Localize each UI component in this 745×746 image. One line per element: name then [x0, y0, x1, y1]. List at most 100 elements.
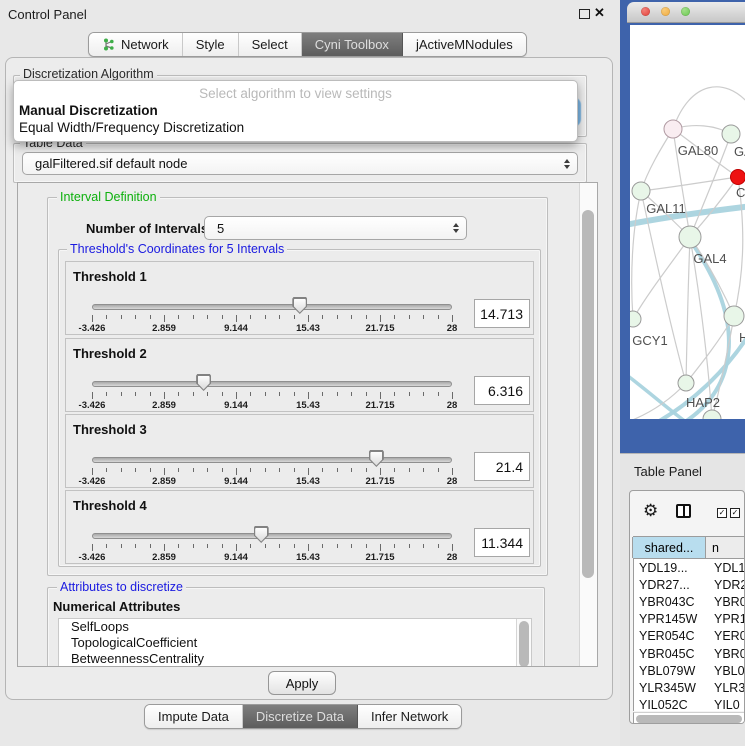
network-node[interactable] [664, 120, 682, 138]
threshold-1-slider[interactable]: -3.4262.8599.14415.4321.71528 [92, 296, 452, 334]
numerical-attributes-label: Numerical Attributes [53, 599, 180, 614]
threshold-2-slider[interactable]: -3.4262.8599.14415.4321.71528 [92, 373, 452, 411]
table-row[interactable]: YDL19...YDL1 [634, 559, 745, 576]
threshold-3-panel: Threshold 3 -3.4262.8599.14415.4321.7152… [65, 414, 534, 488]
network-node[interactable] [703, 410, 721, 419]
table-row[interactable]: YBL079WYBL0 [634, 662, 745, 679]
tab-select[interactable]: Select [239, 33, 302, 56]
float-window-icon[interactable] [579, 9, 590, 19]
table-hscrollbar-thumb[interactable] [636, 715, 742, 723]
slider-track[interactable] [92, 304, 452, 310]
table-row[interactable]: YIL052CYIL0 [634, 697, 745, 712]
slider-track[interactable] [92, 457, 452, 463]
thresholds-group-title: Threshold's Coordinates for 5 Intervals [67, 243, 287, 256]
tab-infer-network[interactable]: Infer Network [358, 705, 461, 728]
network-canvas[interactable]: GAL80GACGAL11GAL4GCY1HHAP2 [630, 25, 745, 419]
tab-impute-data[interactable]: Impute Data [145, 705, 243, 728]
table-row[interactable]: YLR345WYLR3 [634, 679, 745, 696]
checkbox-icon[interactable]: ✓ [717, 508, 727, 518]
network-nodes[interactable]: GAL80GACGAL11GAL4GCY1HHAP2 [630, 120, 745, 419]
interval-definition-title: Interval Definition [57, 191, 160, 204]
network-node-label: C [736, 185, 745, 200]
table-hscrollbar-track[interactable] [633, 712, 745, 724]
attribute-item[interactable]: SelfLoops [59, 619, 531, 635]
tab-discretize-data[interactable]: Discretize Data [243, 705, 358, 728]
apply-button[interactable]: Apply [268, 671, 336, 695]
network-node[interactable] [679, 226, 701, 248]
network-node-label: GAL11 [646, 201, 686, 216]
threshold-1-value-input[interactable]: 14.713 [474, 299, 530, 328]
column-header-name[interactable]: n [705, 537, 745, 558]
slider-thumb[interactable] [196, 374, 211, 391]
list-scrollbar-track[interactable] [516, 619, 531, 667]
number-of-intervals-combobox[interactable]: 5 [204, 216, 467, 240]
threshold-2-value-input[interactable]: 6.316 [474, 376, 530, 405]
slider-ticks [92, 392, 452, 400]
network-node[interactable] [731, 170, 745, 185]
traffic-light-yellow-icon[interactable] [661, 7, 670, 16]
dropdown-option-manual[interactable]: Manual Discretization [18, 103, 573, 119]
table-row[interactable]: YBR045CYBR0 [634, 645, 745, 662]
control-panel-titlebar: Control Panel ✕ [0, 0, 620, 28]
tab-style[interactable]: Style [183, 33, 239, 56]
table-panel: Table Panel ⚙ ✓ ✓ shared... n YDL19...YD… [620, 453, 745, 746]
network-node[interactable] [630, 311, 641, 327]
slider-ticks [92, 315, 452, 323]
control-panel: Control Panel ✕ Network Style Select Cyn… [0, 0, 620, 745]
close-icon[interactable]: ✕ [594, 5, 605, 21]
slider-thumb[interactable] [292, 297, 307, 314]
panel-title: Control Panel [8, 7, 87, 22]
settings-scrollpane: Interval Definition Number of Intervals … [17, 182, 598, 667]
pane-scrollbar-thumb[interactable] [582, 210, 594, 578]
slider-track[interactable] [92, 533, 452, 539]
network-node-label: GCY1 [632, 333, 667, 348]
table-rows: YDL19...YDL1YDR27...YDR2YBR043CYBR0YPR14… [633, 559, 745, 711]
tab-network[interactable]: Network [89, 33, 183, 56]
slider-thumb[interactable] [254, 526, 269, 543]
network-graph: GAL80GACGAL11GAL4GCY1HHAP2 [630, 25, 745, 419]
dropdown-option-equal-width[interactable]: Equal Width/Frequency Discretization [18, 120, 573, 136]
slider-track[interactable] [92, 381, 452, 387]
table-row[interactable]: YER054CYER0 [634, 628, 745, 645]
algorithm-dropdown-popup: Select algorithm to view settings Manual… [13, 80, 578, 142]
threshold-4-slider[interactable]: -3.4262.8599.14415.4321.71528 [92, 525, 452, 563]
network-node[interactable] [722, 125, 740, 143]
network-icon [102, 38, 115, 51]
number-of-intervals-value: 5 [205, 221, 224, 236]
network-node[interactable] [678, 375, 694, 391]
table-data-combobox[interactable]: galFiltered.sif default node [22, 152, 578, 175]
attributes-group: Attributes to discretize Numerical Attri… [47, 587, 545, 667]
list-scrollbar-thumb[interactable] [519, 621, 529, 667]
table-panel-title: Table Panel [634, 464, 702, 479]
split-pane-icon[interactable] [676, 504, 691, 518]
network-node-label: GA [734, 144, 745, 159]
traffic-light-green-icon[interactable] [681, 7, 690, 16]
traffic-light-red-icon[interactable] [641, 7, 650, 16]
network-node[interactable] [632, 182, 650, 200]
slider-thumb[interactable] [369, 450, 384, 467]
gear-icon[interactable]: ⚙ [643, 502, 658, 519]
table-row[interactable]: YBR043CYBR0 [634, 593, 745, 610]
threshold-2-title: Threshold 2 [73, 346, 147, 361]
checkbox-icon[interactable]: ✓ [730, 508, 740, 518]
pane-scrollbar-track[interactable] [579, 183, 597, 666]
network-window-titlebar[interactable] [627, 2, 745, 23]
slider-tick-labels: -3.4262.8599.14415.4321.71528 [92, 476, 452, 488]
column-header-shared-name[interactable]: shared... [632, 537, 706, 558]
table-row[interactable]: YDR27...YDR2 [634, 576, 745, 593]
network-node-label: H [739, 330, 745, 345]
threshold-4-value-input[interactable]: 11.344 [474, 528, 530, 557]
attribute-item[interactable]: BetweennessCentrality [59, 651, 531, 667]
desktop-area: GAL80GACGAL11GAL4GCY1HHAP2 Table Panel ⚙… [620, 0, 745, 745]
table-row[interactable]: YPR145WYPR1 [634, 611, 745, 628]
threshold-3-value-input[interactable]: 21.4 [474, 452, 530, 481]
table-subwindow: ⚙ ✓ ✓ shared... n YDL19...YDL1YDR27...YD… [629, 490, 745, 724]
attribute-item[interactable]: TopologicalCoefficient [59, 635, 531, 651]
tab-jactivemnodules[interactable]: jActiveMNodules [403, 33, 526, 56]
app-root: Control Panel ✕ Network Style Select Cyn… [0, 0, 745, 745]
threshold-3-slider[interactable]: -3.4262.8599.14415.4321.71528 [92, 449, 452, 487]
network-node[interactable] [724, 306, 744, 326]
interval-definition-group: Interval Definition Number of Intervals … [47, 197, 548, 576]
tab-cyni-toolbox[interactable]: Cyni Toolbox [302, 33, 403, 56]
dropdown-hint: Select algorithm to view settings [14, 86, 577, 101]
